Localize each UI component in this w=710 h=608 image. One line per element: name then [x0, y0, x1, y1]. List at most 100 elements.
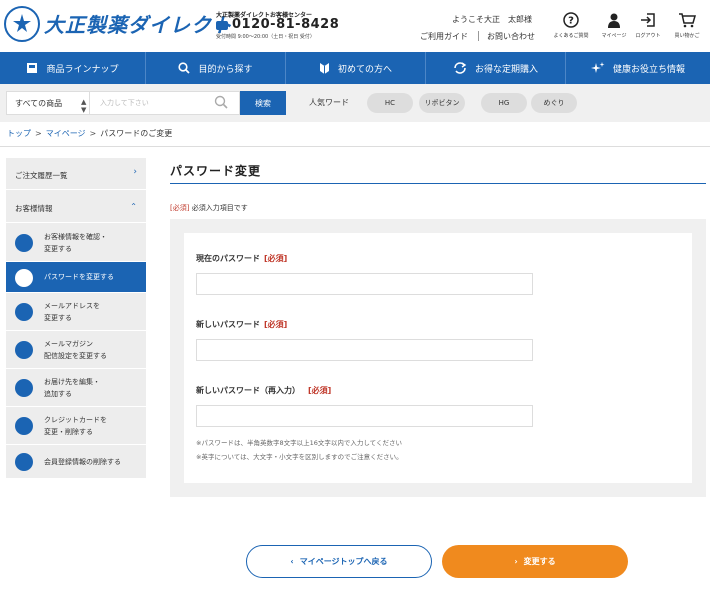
faq-button[interactable]: ? よくあるご質問 — [551, 12, 591, 39]
sidebar-item-address[interactable]: お届け先を編集・ 追加する — [6, 369, 146, 407]
search-icon[interactable] — [214, 94, 228, 113]
new-password-label: 新しいパスワード [必須] — [196, 319, 287, 330]
sidebar-item-delete-account[interactable]: 会員登録情報の削除する — [6, 445, 146, 478]
nav-label: 初めての方へ — [337, 64, 392, 75]
password-form: 現在のパスワード [必須] 新しいパスワード [必須] 新しいパスワード（再入力） [… — [184, 233, 692, 483]
popular-word-chip[interactable]: HC — [367, 93, 413, 113]
nav-label: 目的から探す — [198, 64, 253, 75]
select-arrows-icon: ▲ ▼ — [81, 98, 87, 114]
refresh-icon — [453, 62, 467, 74]
logo-mark-icon[interactable] — [4, 6, 40, 42]
field-label-text: 新しいパスワード — [196, 320, 260, 329]
required-note-text: 必須入力項目です — [191, 204, 248, 212]
site-header: 大正製薬ダイレクト 大正製薬ダイレクトお客様センター 0120-81-8428 … — [0, 0, 710, 52]
nav-label: 健康お役立ち情報 — [612, 64, 685, 75]
back-button-label: マイページトップへ戻る — [299, 557, 388, 566]
field-label-text: 現在のパスワード — [196, 254, 260, 263]
required-tag: [必須] — [308, 386, 332, 395]
nav-item-beginners[interactable]: 初めての方へ — [286, 52, 426, 84]
category-select[interactable]: すべての商品 ▲ ▼ — [6, 91, 90, 115]
logout-label: ログアウト — [635, 33, 661, 39]
category-select-value: すべての商品 — [15, 99, 63, 108]
breadcrumb-current: パスワードのご変更 — [100, 129, 173, 138]
popular-word-chip[interactable]: HG — [481, 93, 527, 113]
sidebar-item-email[interactable]: メールアドレスを 変更する — [6, 293, 146, 331]
question-icon: ? — [551, 12, 591, 30]
nav-item-subscription[interactable]: お得な定期購入 — [426, 52, 566, 84]
logout-icon — [628, 12, 668, 30]
sparkle-icon — [590, 62, 605, 74]
search-icon — [178, 62, 191, 74]
current-password-label: 現在のパスワード [必須] — [196, 253, 287, 264]
header-divider — [478, 31, 479, 41]
nav-label: 商品ラインナップ — [46, 64, 119, 75]
sidebar-item-label: クレジットカードを 変更・削除する — [44, 416, 107, 436]
cart-label: 買い物かご — [674, 33, 700, 39]
nav-item-health-info[interactable]: 健康お役立ち情報 — [566, 52, 710, 84]
box-icon — [26, 62, 38, 74]
nav-label: お得な定期購入 — [474, 64, 538, 75]
case-sensitivity-note: ※英字については、大文字・小文字を区別しますのでご注意ください。 — [196, 453, 403, 461]
chevron-left-icon: ‹ — [290, 557, 294, 566]
lock-icon — [15, 269, 33, 287]
search-button[interactable]: 検索 — [240, 91, 286, 115]
sidebar-item-profile[interactable]: お客様情報を確認・ 変更する — [6, 224, 146, 262]
required-tag: [必須] — [264, 254, 288, 263]
sidebar-item-newsletter[interactable]: メールマガジン 配信設定を変更する — [6, 331, 146, 369]
freedial-icon — [216, 21, 228, 30]
cart-icon — [667, 12, 707, 30]
required-tag: [必須] — [264, 320, 288, 329]
mypage-sidebar: ご注文履歴一覧 › お客様情報 ⌃ お客様情報を確認・ 変更する パスワードを変更… — [6, 158, 146, 478]
sidebar-customer-info-toggle[interactable]: お客様情報 ⌃ — [6, 191, 146, 223]
required-note: [必須] 必須入力項目です — [170, 203, 248, 213]
breadcrumb: トップ > マイページ > パスワードのご変更 — [7, 129, 173, 138]
field-label-text: 新しいパスワード（再入力） — [196, 386, 300, 395]
submit-change-button[interactable]: › 変更する — [442, 545, 628, 578]
logout-button[interactable]: ログアウト — [628, 12, 668, 39]
beginner-icon — [319, 62, 330, 75]
logo-text[interactable]: 大正製薬ダイレクト — [44, 9, 233, 38]
home-icon — [15, 379, 33, 397]
breadcrumb-top-link[interactable]: トップ — [7, 129, 31, 138]
sidebar-item-label: お客様情報を確認・ 変更する — [44, 233, 107, 253]
welcome-message: ようこそ大正 太郎様 — [452, 15, 532, 24]
back-to-mypage-button[interactable]: ‹ マイページトップへ戻る — [246, 545, 432, 578]
chevron-right-icon: › — [133, 167, 137, 177]
breadcrumb-divider — [0, 146, 710, 147]
contact-link[interactable]: お問い合わせ — [487, 31, 535, 42]
nav-item-lineup[interactable]: 商品ラインナップ — [0, 52, 146, 84]
mail-icon — [15, 303, 33, 321]
guide-link[interactable]: ご利用ガイド — [420, 31, 468, 42]
nav-item-purpose[interactable]: 目的から探す — [146, 52, 286, 84]
current-password-input[interactable] — [196, 273, 533, 295]
password-form-container: 現在のパスワード [必須] 新しいパスワード [必須] 新しいパスワード（再入力） [… — [170, 219, 706, 497]
sidebar-item-label: お届け先を編集・ 追加する — [44, 378, 100, 398]
popular-word-chip[interactable]: めぐり — [531, 93, 577, 113]
new-password-input[interactable] — [196, 339, 533, 361]
sidebar-item-credit-card[interactable]: クレジットカードを 変更・削除する — [6, 407, 146, 445]
sidebar-order-history[interactable]: ご注文履歴一覧 › — [6, 158, 146, 190]
person-icon — [15, 234, 33, 252]
sidebar-item-label: メールアドレスを 変更する — [44, 302, 100, 322]
password-rule-note: ※パスワードは、半角英数字8文字以上16文字以内で入力してください — [196, 439, 402, 447]
cart-button[interactable]: 買い物かご — [667, 12, 707, 39]
page-title: パスワード変更 — [170, 164, 262, 178]
chevron-up-icon: ⌃ — [130, 202, 137, 211]
global-nav: 商品ラインナップ 目的から探す 初めての方へ お得な定期購入 健康お役立ち情報 — [0, 52, 710, 84]
breadcrumb-mypage-link[interactable]: マイページ — [46, 129, 86, 138]
popular-word-chip[interactable]: リポビタン — [419, 93, 465, 113]
chevron-right-icon: › — [514, 557, 518, 566]
customer-center-phone[interactable]: 0120-81-8428 — [232, 17, 339, 32]
required-tag: [必須] — [170, 204, 190, 212]
sidebar-item-password[interactable]: パスワードを変更する — [6, 262, 146, 293]
sidebar-item-label: メールマガジン 配信設定を変更する — [44, 340, 107, 360]
card-icon — [15, 417, 33, 435]
confirm-password-label: 新しいパスワード（再入力） [必須] — [196, 385, 331, 396]
customer-center-hours: 受付時間 9:00〜20:00（土日・祝日 受付） — [216, 34, 315, 40]
user-remove-icon — [15, 453, 33, 471]
confirm-password-input[interactable] — [196, 405, 533, 427]
sidebar-item-label: 会員登録情報の削除する — [44, 458, 121, 466]
mail-open-icon — [15, 341, 33, 359]
sidebar-label: ご注文履歴一覧 — [15, 171, 68, 180]
svg-text:?: ? — [568, 16, 574, 27]
